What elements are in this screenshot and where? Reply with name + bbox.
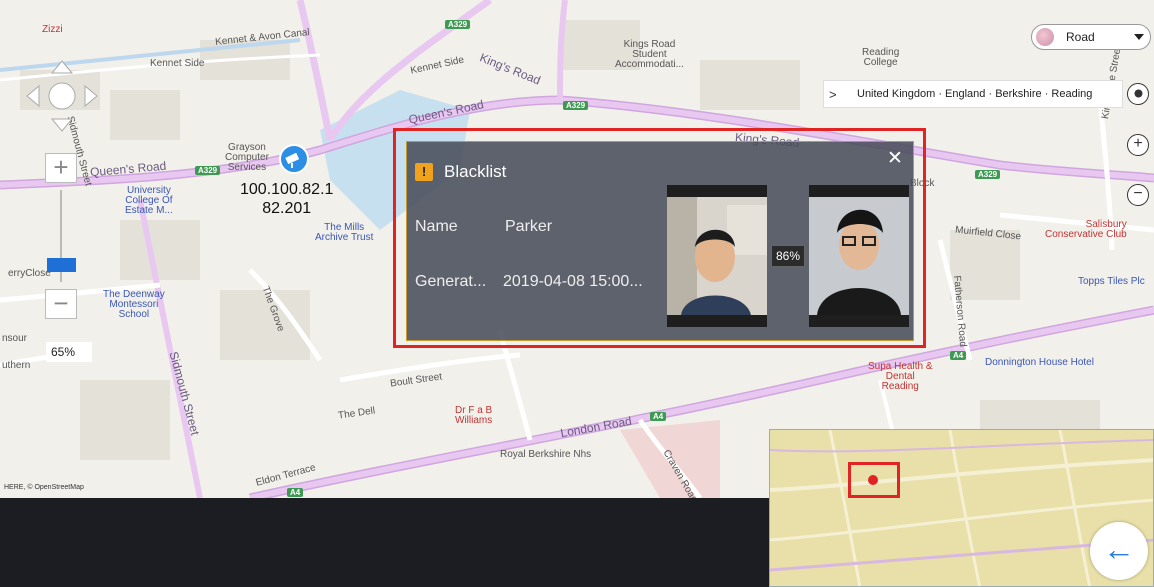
label-athern: uthern: [2, 360, 31, 371]
chevron-right-icon[interactable]: >: [829, 87, 837, 102]
chevron-down-icon: [1134, 34, 1144, 40]
badge-a329-4: A329: [975, 170, 1001, 179]
name-value: Parker: [505, 218, 553, 235]
back-button[interactable]: ←: [1090, 522, 1148, 580]
label-grayson: Grayson Computer Services: [225, 142, 269, 173]
locate-button[interactable]: [1127, 83, 1149, 105]
popup-title: Blacklist: [444, 162, 507, 181]
breadcrumb-path: United Kingdom · England · Berkshire · R…: [857, 88, 1093, 100]
map-attribution: HERE, © OpenStreetMap: [4, 484, 84, 491]
badge-a4-3: A4: [287, 488, 304, 497]
badge-a329-3: A329: [563, 101, 589, 110]
zoom-in-button[interactable]: +: [1127, 134, 1149, 156]
minimap-camera-marker: [868, 475, 878, 485]
label-ferry-close: erryClose: [8, 268, 51, 279]
label-salisbury: Salisbury Conservative Club: [1045, 219, 1127, 240]
zoom-level: 65%: [46, 342, 92, 362]
camera-marker[interactable]: [279, 144, 309, 174]
blacklist-face-image: [809, 185, 909, 327]
label-reading-college: Reading College: [862, 47, 900, 68]
label-royal-berkshire: Royal Berkshire Nhs: [500, 449, 592, 460]
label-source: nsour: [2, 333, 28, 344]
close-icon[interactable]: ✕: [887, 149, 903, 168]
badge-a4-2: A4: [950, 351, 967, 360]
label-university-college: University College Of Estate M...: [125, 185, 173, 216]
label-the-mills: The Mills Archive Trust: [315, 222, 374, 243]
camera-ip: 100.100.82.1 82.201: [240, 181, 334, 217]
location-breadcrumb[interactable]: > United Kingdom · England · Berkshire ·…: [823, 80, 1123, 108]
zoom-slider-minus[interactable]: −: [45, 289, 77, 319]
label-deenway: The Deenway Montessori School: [103, 289, 165, 320]
label-zizzi: Zizzi: [42, 24, 63, 35]
blacklist-popup: ! Blacklist ✕ Name Parker Generat... 201…: [406, 141, 914, 341]
label-kings-road-accom: Kings Road Student Accommodati...: [615, 39, 684, 70]
camera-icon: [285, 152, 300, 168]
globe-icon: [1036, 28, 1054, 46]
generated-label: Generat...: [415, 273, 487, 290]
zoom-slider-plus[interactable]: +: [45, 153, 77, 183]
label-topps: Topps Tiles Plc: [1078, 276, 1145, 287]
badge-a329-2: A329: [195, 166, 221, 175]
label-dr-fab: Dr F a B Williams: [455, 405, 493, 426]
zoom-slider-thumb[interactable]: [47, 258, 76, 272]
similarity-score: 86%: [771, 245, 805, 267]
map-layer-value: Road: [1066, 30, 1095, 44]
captured-face-image: [667, 185, 767, 327]
generated-value: 2019-04-08 15:00...: [503, 273, 643, 290]
label-kennet-side: Kennet Side: [150, 58, 205, 69]
locate-icon: [1134, 89, 1142, 98]
zoom-out-button[interactable]: −: [1127, 184, 1149, 206]
label-donnington: Donnington House Hotel: [985, 357, 1094, 368]
badge-a4-1: A4: [650, 412, 667, 421]
arrow-left-icon: ←: [1103, 531, 1135, 567]
name-label: Name: [415, 218, 458, 235]
pan-control[interactable]: [26, 60, 98, 132]
badge-a329-1: A329: [445, 20, 471, 29]
map-layer-select[interactable]: Road: [1031, 24, 1151, 50]
warning-icon: !: [415, 163, 433, 181]
label-supa-health: Supa Health & Dental Reading: [868, 361, 933, 392]
